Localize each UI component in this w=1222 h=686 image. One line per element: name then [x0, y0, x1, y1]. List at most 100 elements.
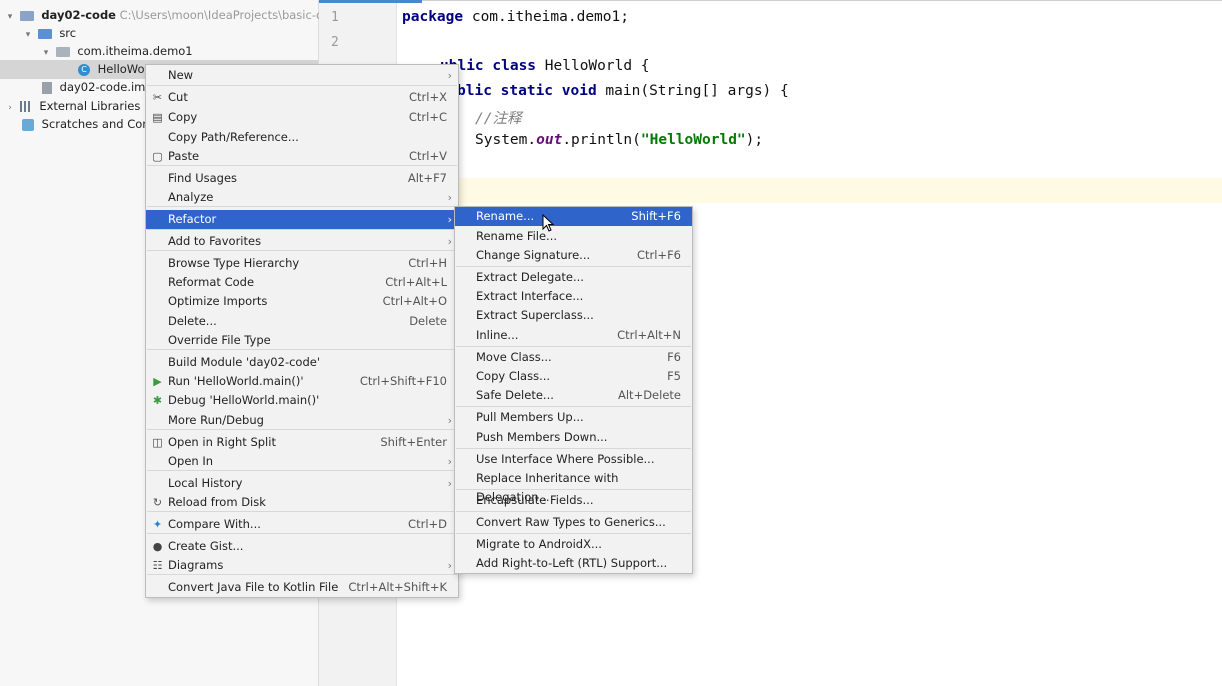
menu-item-shortcut: Shift+Enter — [380, 435, 447, 449]
split-icon: ◫ — [152, 436, 163, 449]
menu-item-optimize-imports[interactable]: Optimize Imports Ctrl+Alt+O — [146, 292, 458, 311]
menu-item-copy[interactable]: ▤ Copy Ctrl+C — [146, 108, 458, 127]
refactor-item-encapsulate-fields[interactable]: Encapsulate Fields... — [455, 491, 692, 510]
menu-item-analyze[interactable]: Analyze › — [146, 188, 458, 207]
menu-item-cut[interactable]: ✂ Cut Ctrl+X — [146, 88, 458, 107]
code-keyword: blic static void — [457, 83, 597, 99]
menu-separator — [456, 511, 691, 512]
menu-item-label: Use Interface Where Possible... — [476, 452, 655, 466]
refactor-item-safe-delete[interactable]: Safe Delete... Alt+Delete — [455, 386, 692, 405]
menu-item-delete[interactable]: Delete... Delete — [146, 312, 458, 331]
code-line-1[interactable]: package com.itheima.demo1; — [402, 9, 629, 25]
menu-item-copy-path-reference[interactable]: Copy Path/Reference... — [146, 128, 458, 147]
menu-item-label: More Run/Debug — [168, 413, 264, 427]
expand-arrow-icon[interactable]: ▾ — [22, 26, 34, 44]
menu-item-build-module-day02-code[interactable]: Build Module 'day02-code' — [146, 353, 458, 372]
refactor-item-add-right-to-left-rtl-support[interactable]: Add Right-to-Left (RTL) Support... — [455, 554, 692, 573]
menu-item-open-in[interactable]: Open In › — [146, 452, 458, 471]
menu-item-reload-from-disk[interactable]: ↻ Reload from Disk — [146, 493, 458, 512]
code-keyword: class — [492, 58, 537, 74]
code-line-5[interactable]: //注释 — [475, 107, 521, 128]
line-number: 2 — [331, 35, 339, 50]
refactor-item-change-signature[interactable]: Change Signature... Ctrl+F6 — [455, 246, 692, 265]
refactor-item-replace-inheritance-with-delegation[interactable]: Replace Inheritance with Delegation... — [455, 469, 692, 504]
menu-item-label: Copy — [168, 110, 198, 124]
menu-item-create-gist[interactable]: ● Create Gist... — [146, 537, 458, 556]
menu-item-override-file-type[interactable]: Override File Type — [146, 331, 458, 350]
reload-icon: ↻ — [152, 496, 163, 509]
code-line-4[interactable]: blic static void main(String[] args) { — [457, 83, 789, 99]
refactor-item-extract-interface[interactable]: Extract Interface... — [455, 287, 692, 306]
menu-item-add-to-favorites[interactable]: Add to Favorites › — [146, 232, 458, 251]
menu-item-label: Diagrams — [168, 558, 224, 572]
menu-item-open-in-right-split[interactable]: ◫ Open in Right Split Shift+Enter — [146, 433, 458, 452]
menu-item-refactor[interactable]: Refactor › — [146, 210, 458, 229]
menu-item-debug-helloworld-main[interactable]: ✱ Debug 'HelloWorld.main()' — [146, 391, 458, 410]
menu-item-label: Paste — [168, 149, 200, 163]
tree-node-scratches[interactable]: Scratches and Cons — [22, 115, 156, 133]
menu-item-convert-java-file-to-kotlin-file[interactable]: Convert Java File to Kotlin File Ctrl+Alt… — [146, 578, 458, 597]
menu-item-compare-with[interactable]: ✦ Compare With... Ctrl+D — [146, 515, 458, 534]
tree-node-src[interactable]: ▾ src — [22, 24, 76, 42]
menu-separator — [147, 470, 457, 471]
menu-item-run-helloworld-main[interactable]: ▶ Run 'HelloWorld.main()' Ctrl+Shift+F10 — [146, 372, 458, 391]
code-comment: //注释 — [475, 111, 522, 127]
menu-item-label: Convert Raw Types to Generics... — [476, 515, 666, 529]
code-line-3[interactable]: ublic class HelloWorld { — [440, 58, 650, 74]
menu-item-shortcut: F5 — [667, 369, 681, 383]
menu-item-more-run-debug[interactable]: More Run/Debug › — [146, 411, 458, 430]
tree-node-label: External Libraries — [39, 99, 141, 113]
menu-item-shortcut: Ctrl+Alt+O — [382, 294, 447, 308]
menu-item-diagrams[interactable]: ☷ Diagrams › — [146, 556, 458, 575]
module-folder-icon — [19, 10, 34, 21]
refactor-item-rename-file[interactable]: Rename File... — [455, 227, 692, 246]
menu-item-reformat-code[interactable]: Reformat Code Ctrl+Alt+L — [146, 273, 458, 292]
refactor-item-inline[interactable]: Inline... Ctrl+Alt+N — [455, 326, 692, 345]
submenu-arrow-icon: › — [447, 235, 452, 248]
menu-item-label: Inline... — [476, 328, 519, 342]
code-line-6[interactable]: System.out.println("HelloWorld"); — [475, 132, 763, 148]
menu-item-find-usages[interactable]: Find Usages Alt+F7 — [146, 169, 458, 188]
menu-item-label: Build Module 'day02-code' — [168, 355, 320, 369]
tree-node-module[interactable]: ▾ day02-code C:\Users\moon\IdeaProjects\… — [4, 6, 337, 24]
tree-node-libraries[interactable]: › External Libraries — [4, 97, 140, 115]
caret-line-highlight — [397, 178, 1222, 203]
tree-node-class[interactable]: C HelloWor — [78, 60, 149, 78]
tree-node-label: day02-code.iml — [59, 80, 149, 94]
menu-item-local-history[interactable]: Local History › — [146, 474, 458, 493]
refactor-item-rename[interactable]: Rename... Shift+F6 — [455, 207, 692, 226]
tree-node-label: src — [59, 26, 77, 40]
mouse-cursor-icon — [542, 214, 555, 232]
menu-item-label: Run 'HelloWorld.main()' — [168, 374, 304, 388]
tree-node-package[interactable]: ▾ com.itheima.demo1 — [40, 42, 193, 60]
tree-node-iml[interactable]: day02-code.iml — [42, 78, 149, 96]
refactor-item-move-class[interactable]: Move Class... F6 — [455, 348, 692, 367]
menu-item-paste[interactable]: ▢ Paste Ctrl+V — [146, 147, 458, 166]
line-number: 1 — [331, 10, 339, 25]
tree-node-label: Scratches and Cons — [41, 117, 156, 131]
refactor-item-use-interface-where-possible[interactable]: Use Interface Where Possible... — [455, 450, 692, 469]
menu-item-shortcut: Alt+F7 — [407, 171, 447, 185]
refactor-item-convert-raw-types-to-generics[interactable]: Convert Raw Types to Generics... — [455, 513, 692, 532]
refactor-item-push-members-down[interactable]: Push Members Down... — [455, 428, 692, 447]
menu-item-new[interactable]: New › — [146, 66, 458, 85]
source-folder-icon — [37, 28, 52, 39]
expand-arrow-icon[interactable]: ▾ — [40, 44, 52, 62]
expand-arrow-icon[interactable]: ▾ — [4, 8, 16, 26]
refactor-item-migrate-to-androidx[interactable]: Migrate to AndroidX... — [455, 535, 692, 554]
menu-item-label: Extract Interface... — [476, 289, 584, 303]
submenu-arrow-icon: › — [447, 191, 452, 204]
menu-item-label: Local History — [168, 476, 243, 490]
refactor-item-copy-class[interactable]: Copy Class... F5 — [455, 367, 692, 386]
menu-item-shortcut: Ctrl+Alt+L — [385, 275, 447, 289]
refactor-item-pull-members-up[interactable]: Pull Members Up... — [455, 408, 692, 427]
menu-item-browse-type-hierarchy[interactable]: Browse Type Hierarchy Ctrl+H — [146, 254, 458, 273]
refactor-item-extract-delegate[interactable]: Extract Delegate... — [455, 268, 692, 287]
menu-item-label: Convert Java File to Kotlin File — [168, 580, 339, 594]
menu-item-label: Copy Path/Reference... — [168, 130, 299, 144]
menu-item-label: Copy Class... — [476, 369, 551, 383]
active-tab-indicator — [319, 0, 422, 3]
menu-item-label: Find Usages — [168, 171, 238, 185]
expand-arrow-icon[interactable]: › — [4, 99, 16, 117]
refactor-item-extract-superclass[interactable]: Extract Superclass... — [455, 306, 692, 325]
